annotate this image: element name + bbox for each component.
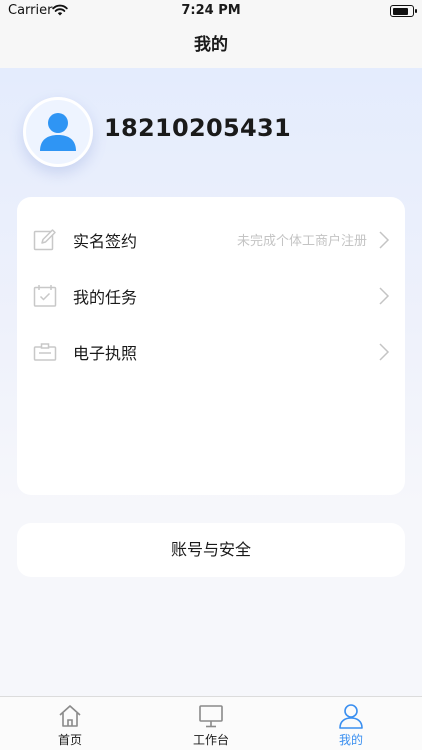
- tab-bar: 首页 工作台 我的: [0, 696, 422, 750]
- menu-item-label: 实名签约: [73, 232, 138, 251]
- status-bar: Carrier 7:24 PM: [0, 0, 422, 22]
- account-security-label: 账号与安全: [170, 540, 251, 559]
- chevron-right-icon: [379, 343, 390, 361]
- monitor-icon: [199, 705, 223, 728]
- edit-icon: [33, 229, 56, 251]
- tab-label: 工作台: [192, 733, 229, 747]
- tab-label: 我的: [338, 733, 363, 747]
- person-icon: [339, 704, 363, 729]
- avatar[interactable]: [23, 97, 93, 167]
- menu-item-label: 我的任务: [73, 288, 138, 307]
- chevron-right-icon: [379, 231, 390, 249]
- menu-item-my-tasks[interactable]: 我的任务: [17, 275, 405, 315]
- tab-label: 首页: [57, 733, 82, 747]
- nav-bar: 我的: [0, 22, 422, 68]
- license-card-icon: [33, 343, 57, 361]
- calendar-check-icon: [33, 285, 57, 307]
- menu-card: 实名签约 未完成个体工商户注册 我的任务 电子执照: [17, 197, 405, 495]
- tab-home[interactable]: 首页: [0, 697, 140, 750]
- home-icon: [59, 705, 81, 727]
- tab-mine[interactable]: 我的: [281, 697, 421, 750]
- menu-item-hint: 未完成个体工商户注册: [236, 234, 367, 249]
- menu-item-e-license[interactable]: 电子执照: [17, 331, 405, 371]
- clock: 7:24 PM: [181, 3, 241, 18]
- user-phone: 18210205431: [104, 114, 291, 142]
- person-avatar-icon: [40, 113, 76, 151]
- battery-icon: [390, 5, 417, 17]
- tab-workbench[interactable]: 工作台: [141, 697, 281, 750]
- menu-item-real-name[interactable]: 实名签约 未完成个体工商户注册: [17, 219, 405, 259]
- page-title: 我的: [194, 35, 228, 55]
- chevron-right-icon: [379, 287, 390, 305]
- menu-item-label: 电子执照: [73, 344, 138, 363]
- account-security-button[interactable]: 账号与安全: [17, 523, 405, 577]
